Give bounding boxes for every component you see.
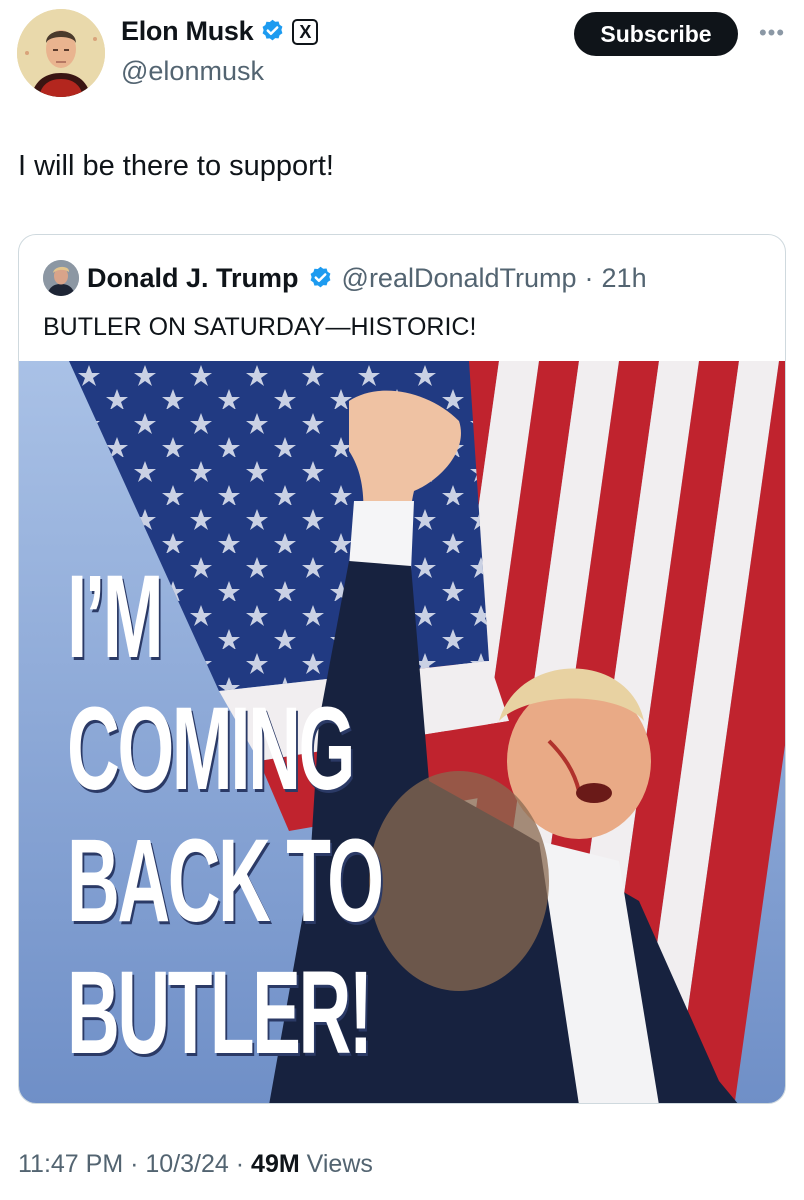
quoted-author-handle[interactable]: @realDonaldTrump — [342, 263, 577, 294]
tweet-meta: 11:47 PM · 10/3/24 · 49M Views — [18, 1150, 373, 1179]
quoted-tweet-text: BUTLER ON SATURDAY—HISTORIC! — [43, 313, 477, 341]
tweet-text: I will be there to support! — [18, 150, 334, 182]
x-logo-icon: X — [292, 18, 319, 45]
author-name[interactable]: Elon Musk — [121, 16, 254, 47]
tweet-date[interactable]: 10/3/24 — [145, 1150, 228, 1178]
quoted-verified-badge-icon — [310, 266, 330, 287]
quoted-author-name[interactable]: Donald J. Trump — [87, 263, 299, 294]
quoted-separator: · — [584, 262, 594, 293]
image-headline-line: I’M — [67, 551, 164, 683]
quoted-tweet-header: Donald J. Trump @realDonaldTrump · 21h — [43, 259, 647, 297]
quoted-author-avatar[interactable] — [43, 260, 79, 296]
image-headline-line: COMING — [67, 683, 355, 815]
image-headline-line: BACK TO — [67, 815, 384, 947]
image-headline-line: BUTLER! — [67, 947, 373, 1079]
tweet-time[interactable]: 11:47 PM — [18, 1150, 123, 1178]
meta-separator: · — [130, 1150, 139, 1178]
verified-badge-icon — [262, 19, 283, 41]
image-headline: I’M COMING BACK TO BUTLER! — [67, 551, 527, 1079]
quoted-tweet-card[interactable]: Donald J. Trump @realDonaldTrump · 21h B… — [18, 234, 786, 1104]
views-count: 49M — [251, 1150, 300, 1178]
quoted-avatar-image — [43, 260, 79, 296]
meta-separator: · — [235, 1150, 245, 1178]
subscribe-button[interactable]: Subscribe — [574, 12, 738, 56]
author-name-row: Elon Musk X — [121, 16, 319, 47]
author-handle[interactable]: @elonmusk — [121, 56, 264, 87]
quoted-time[interactable]: 21h — [602, 263, 647, 294]
avatar-image — [17, 9, 105, 97]
more-options-icon[interactable]: ••• — [755, 18, 789, 48]
quoted-tweet-image[interactable]: I’M COMING BACK TO BUTLER! — [19, 361, 785, 1103]
views-label: Views — [306, 1150, 373, 1178]
tweet-header: Elon Musk X @elonmusk Subscribe ••• — [0, 0, 804, 110]
author-avatar[interactable] — [17, 9, 105, 97]
